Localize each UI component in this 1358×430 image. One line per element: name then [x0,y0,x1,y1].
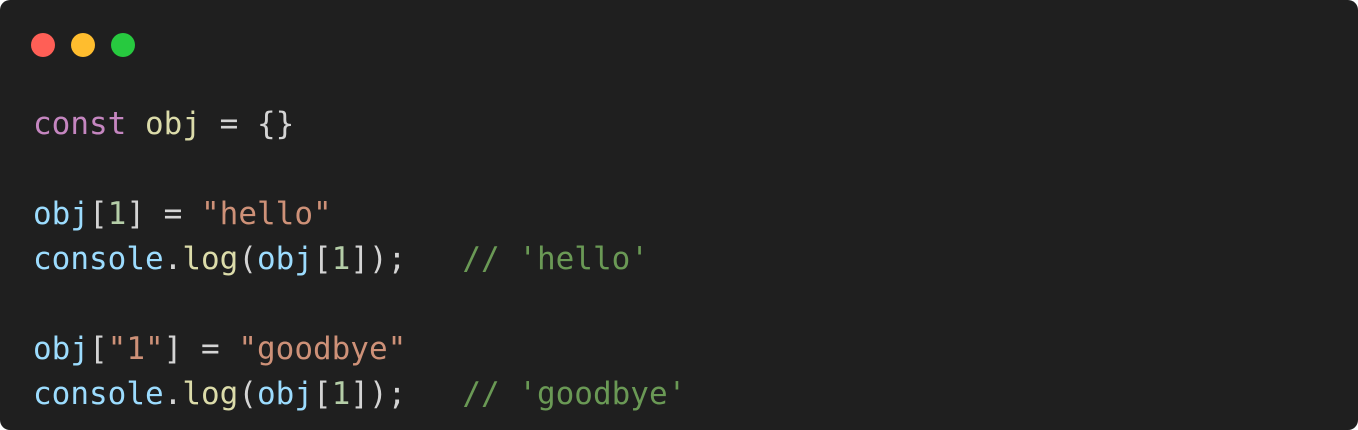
code-line: obj[1] = "hello" [33,192,686,237]
code-window: const obj = {} obj[1] = "hello" console.lo… [0,0,1358,430]
maximize-dot-icon[interactable] [111,33,135,57]
code-token: ]); [350,241,463,277]
code-token: ] = [126,196,201,232]
code-token: [ [313,241,332,277]
code-token: console [33,376,164,412]
code-token: "goodbye" [238,331,407,367]
code-token: "hello" [201,196,332,232]
window-controls [31,33,135,57]
code-token: [ [313,376,332,412]
code-token: = {} [201,106,295,142]
code-token: . [163,376,183,412]
code-token: 1 [331,376,351,412]
code-token: // 'hello' [462,241,649,277]
code-token: 1 [107,196,127,232]
code-token: obj [33,196,89,232]
code-token: ( [238,241,257,277]
code-token: obj [257,241,313,277]
code-token: ( [238,376,257,412]
code-token: // 'goodbye' [462,376,687,412]
code-line: const obj = {} [33,102,686,147]
code-line: console.log(obj[1]); // 'hello' [33,237,686,282]
code-token: 1 [331,241,351,277]
code-token: console [33,241,164,277]
code-token: "1" [107,331,164,367]
code-line: obj["1"] = "goodbye" [33,327,686,372]
code-token: const [33,106,127,142]
code-token: log [182,376,239,412]
code-token: log [182,241,239,277]
code-token: . [163,241,183,277]
code-token: obj [145,106,201,142]
code-line: console.log(obj[1]); // 'goodbye' [33,372,686,417]
code-token: ]); [350,376,463,412]
code-token: obj [257,376,313,412]
close-dot-icon[interactable] [31,33,55,57]
minimize-dot-icon[interactable] [71,33,95,57]
code-token: [ [89,196,108,232]
code-token: [ [89,331,108,367]
code-block: const obj = {} obj[1] = "hello" console.lo… [33,102,686,417]
code-token: ] = [163,331,239,367]
code-token: obj [33,331,89,367]
